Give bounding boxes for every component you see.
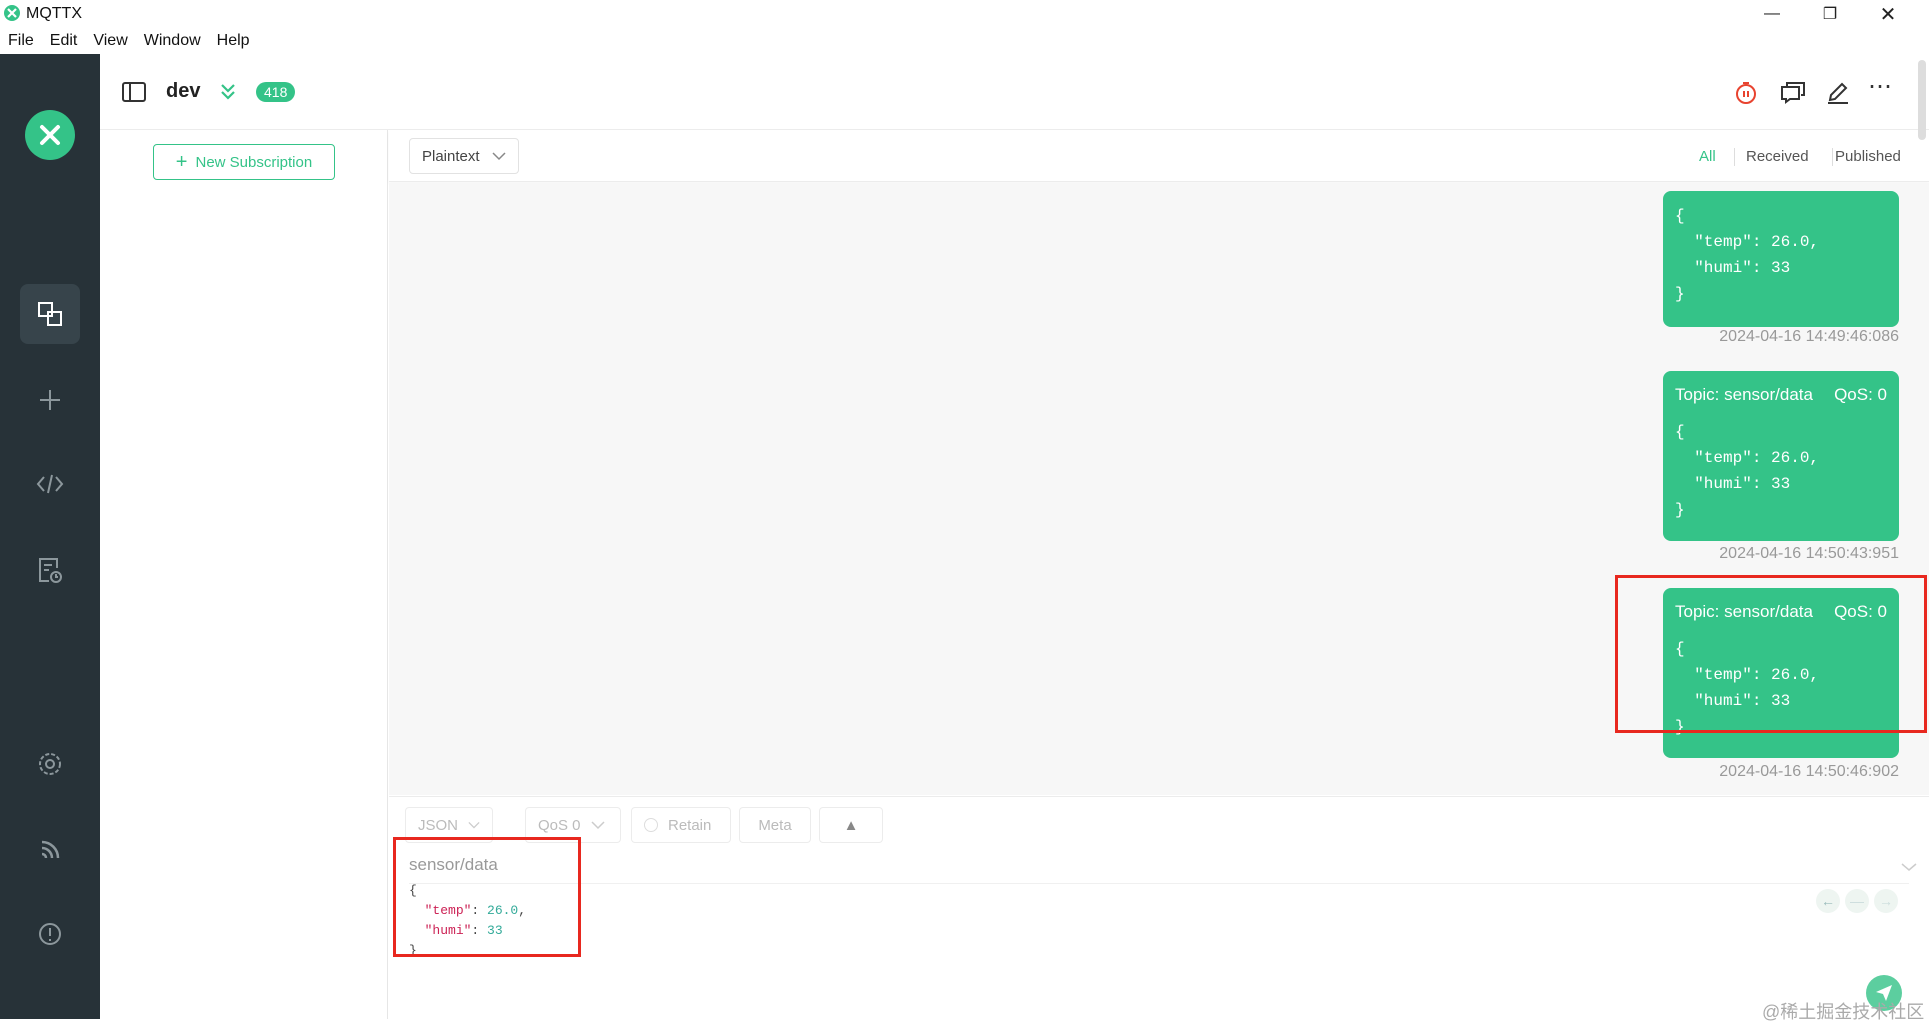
- message-timestamp: 2024-04-16 14:50:43:951: [1719, 545, 1899, 562]
- window-title: MQTTX: [26, 5, 82, 22]
- timer-icon[interactable]: [1734, 80, 1758, 111]
- meta-button[interactable]: Meta: [739, 807, 811, 843]
- menu-bar: File Edit View Window Help: [0, 28, 258, 54]
- payload-line: "temp": 26.0,: [424, 903, 527, 918]
- messages-list: { "temp": 26.0, "humi": 33 } 2024-04-16 …: [389, 183, 1929, 795]
- restore-icon[interactable]: ❐: [1801, 0, 1859, 28]
- chevron-down-icon: [468, 821, 480, 829]
- filter-received[interactable]: Received: [1746, 148, 1809, 165]
- payload-format-value: Plaintext: [422, 147, 480, 165]
- message-timestamp: 2024-04-16 14:50:46:902: [1719, 763, 1899, 780]
- left-sidebar: [0, 54, 100, 1019]
- about-info-icon[interactable]: [20, 904, 80, 964]
- expand-up-icon[interactable]: ▲: [819, 807, 883, 843]
- composer-format-select[interactable]: JSON: [405, 807, 493, 843]
- connection-header: dev 418 ⋯: [100, 54, 1929, 130]
- message-count-badge: 418: [256, 82, 296, 102]
- payload-editor[interactable]: { "temp": 26.0, "humi": 33 }: [409, 881, 526, 961]
- chevron-down-icon: [591, 821, 605, 830]
- scrollbar[interactable]: [1918, 60, 1926, 140]
- mqttx-logo-icon: [25, 110, 75, 160]
- composer-qos-value: QoS 0: [538, 816, 581, 834]
- composer-format-value: JSON: [418, 816, 459, 834]
- menu-file[interactable]: File: [0, 28, 42, 54]
- topic-input[interactable]: sensor/data: [409, 855, 498, 875]
- message-qos: QoS: 0: [1834, 385, 1887, 404]
- payload-format-select[interactable]: Plaintext: [409, 138, 519, 174]
- menu-window[interactable]: Window: [136, 28, 209, 54]
- publish-composer: JSON QoS 0 Retain Meta ▲ sensor/data { "…: [389, 796, 1929, 1019]
- message-payload: { "temp": 26.0, "humi": 33 }: [1675, 423, 1820, 519]
- chevron-down-icon[interactable]: [1901, 859, 1917, 877]
- menu-view[interactable]: View: [85, 28, 135, 54]
- menu-edit[interactable]: Edit: [42, 28, 86, 54]
- message-topic: Topic: sensor/data: [1675, 385, 1813, 404]
- retain-label: Retain: [668, 816, 712, 834]
- new-connection-icon[interactable]: [20, 370, 80, 430]
- chevron-down-icon: [492, 152, 506, 161]
- message-payload: { "temp": 26.0, "humi": 33 }: [1675, 640, 1820, 736]
- message-meta: Topic: sensor/data QoS: 0: [1675, 602, 1887, 622]
- title-bar: MQTTX — ❐ ✕: [0, 0, 1929, 28]
- retain-checkbox[interactable]: Retain: [631, 807, 731, 843]
- clear-history-icon[interactable]: —: [1845, 889, 1869, 913]
- toggle-sidebar-icon[interactable]: [122, 82, 146, 107]
- feed-icon[interactable]: [20, 820, 80, 880]
- connections-icon[interactable]: [20, 284, 80, 344]
- watermark: @稀土掘金技术社区: [1762, 1002, 1925, 1022]
- retain-radio-icon: [644, 818, 658, 832]
- more-options-icon[interactable]: ⋯: [1868, 72, 1893, 101]
- collapse-chevrons-icon[interactable]: [218, 82, 238, 107]
- new-subscription-label: New Subscription: [195, 153, 313, 171]
- script-icon[interactable]: [20, 454, 80, 514]
- menu-help[interactable]: Help: [209, 28, 258, 54]
- subscriptions-panel: + New Subscription: [100, 130, 388, 1019]
- payload-line: {: [409, 883, 417, 898]
- filter-published[interactable]: Published: [1835, 148, 1901, 165]
- filter-all[interactable]: All: [1699, 148, 1716, 165]
- payload-line: }: [409, 943, 417, 958]
- filter-divider: [1832, 148, 1833, 166]
- filter-divider: [1734, 148, 1735, 166]
- settings-gear-icon[interactable]: [20, 734, 80, 794]
- meta-label: Meta: [758, 816, 792, 834]
- divider: [409, 883, 1909, 884]
- prev-history-icon[interactable]: ←: [1816, 889, 1840, 913]
- message-meta: Topic: sensor/data QoS: 0: [1675, 385, 1887, 405]
- plus-icon: +: [175, 151, 188, 173]
- close-icon[interactable]: ✕: [1859, 0, 1917, 28]
- new-subscription-button[interactable]: + New Subscription: [153, 144, 335, 180]
- message-timestamp: 2024-04-16 14:49:46:086: [1719, 328, 1899, 345]
- message-bubble[interactable]: { "temp": 26.0, "humi": 33 }: [1663, 191, 1899, 327]
- next-history-icon[interactable]: →: [1874, 889, 1898, 913]
- edit-pencil-icon[interactable]: [1826, 80, 1850, 109]
- app-logo-icon: [4, 5, 20, 21]
- log-icon[interactable]: [20, 540, 80, 600]
- message-bubble[interactable]: Topic: sensor/data QoS: 0 { "temp": 26.0…: [1663, 371, 1899, 541]
- connection-name: dev: [166, 80, 201, 102]
- minimize-icon[interactable]: —: [1743, 0, 1801, 28]
- composer-qos-select[interactable]: QoS 0: [525, 807, 621, 843]
- chat-bubbles-icon[interactable]: [1780, 80, 1806, 109]
- payload-line: "humi": 33: [424, 923, 503, 938]
- messages-toolbar: Plaintext All Received Published: [389, 130, 1929, 182]
- message-qos: QoS: 0: [1834, 602, 1887, 621]
- message-topic: Topic: sensor/data: [1675, 602, 1813, 621]
- message-bubble[interactable]: Topic: sensor/data QoS: 0 { "temp": 26.0…: [1663, 588, 1899, 758]
- message-payload: { "temp": 26.0, "humi": 33 }: [1675, 207, 1820, 303]
